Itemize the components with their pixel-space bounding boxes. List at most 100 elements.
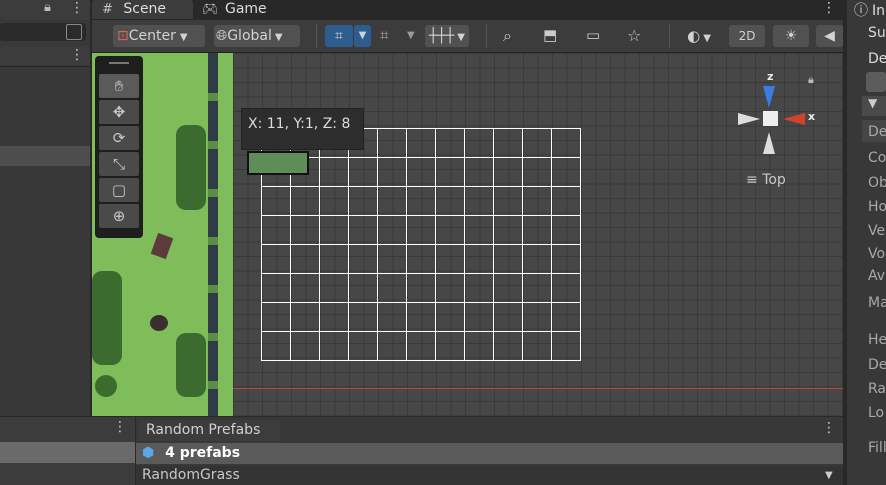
view-orientation-text: Top bbox=[762, 172, 786, 188]
hierarchy-search-input[interactable] bbox=[0, 23, 86, 41]
bottom-left-selected-row[interactable] bbox=[0, 442, 135, 463]
triangle-down-icon: ▼ bbox=[868, 96, 878, 110]
inspector-object-field[interactable] bbox=[866, 72, 886, 92]
coordinate-text: X: 11, Y:1, Z: 8 bbox=[248, 116, 351, 132]
move-tool-button[interactable]: ✥ bbox=[99, 100, 139, 124]
hierarchy-selected-row[interactable] bbox=[0, 146, 90, 166]
scene-camera-icon[interactable]: ⬒ bbox=[543, 26, 557, 44]
inspector-foldout-header[interactable]: ▼ bbox=[862, 96, 886, 116]
coordinate-tooltip: X: 11, Y:1, Z: 8 bbox=[241, 108, 364, 150]
barrel-sprite bbox=[150, 232, 174, 260]
grid-snap-button[interactable]: ⌗ bbox=[325, 25, 353, 47]
gizmo-z-label: z bbox=[767, 70, 774, 83]
scale-icon: ⤡ bbox=[112, 155, 125, 173]
hierarchy-header-row: ⋮ bbox=[0, 46, 90, 67]
inspector-tab[interactable]: ⓘ In bbox=[854, 0, 885, 20]
more-options-icon[interactable]: ⋮ bbox=[113, 419, 127, 435]
gizmo-x-arrow[interactable] bbox=[783, 113, 805, 125]
rotate-tool-button[interactable]: ⟳ bbox=[99, 126, 139, 150]
inspector-row-label: Ra bbox=[868, 381, 886, 397]
ruler-icon: ┼┼┼ bbox=[429, 28, 455, 44]
prefab-count-label: 4 prefabs bbox=[165, 445, 241, 461]
tab-scene-label: Scene bbox=[123, 1, 167, 17]
hierarchy-toolbar: 🔒︎ ⋮ bbox=[0, 0, 90, 20]
pivot-dropdown[interactable]: ⊡Center ▼ bbox=[113, 25, 205, 47]
rock-sprite bbox=[150, 315, 168, 331]
hedge-sprite bbox=[92, 271, 122, 365]
inspector-row-label: Fill bbox=[868, 440, 886, 456]
video-camera-icon[interactable]: ▭ bbox=[586, 26, 600, 44]
tab-random-prefabs[interactable]: Random Prefabs bbox=[139, 420, 280, 441]
random-prefab-select[interactable]: RandomGrass ▼ bbox=[136, 466, 843, 485]
more-options-icon[interactable]: ⋮ bbox=[70, 0, 84, 16]
view-orientation-label[interactable]: ≡ Top bbox=[746, 172, 786, 188]
inspector-row-label: De bbox=[868, 357, 886, 373]
hedge-sprite bbox=[176, 333, 206, 397]
lighting-icon: ☀︎ bbox=[784, 28, 798, 44]
chevron-down-icon: ▼ bbox=[457, 32, 465, 43]
bottom-left-panel: ⋮ bbox=[0, 417, 135, 485]
audio-toggle[interactable]: ◀︎ bbox=[816, 25, 843, 47]
gizmo-neg-z-arrow[interactable] bbox=[763, 132, 775, 154]
scale-tool-button[interactable]: ⤡ bbox=[99, 152, 139, 176]
search-icon[interactable]: ⌕ bbox=[503, 26, 512, 46]
more-options-icon[interactable]: ⋮ bbox=[822, 420, 836, 436]
tab-scene[interactable]: # Scene bbox=[92, 0, 193, 19]
pivot-label: Center bbox=[128, 28, 176, 44]
more-options-icon[interactable]: ⋮ bbox=[822, 0, 836, 16]
info-icon: ⓘ bbox=[854, 3, 868, 19]
inspector-row-label: De bbox=[868, 124, 886, 140]
prefab-count-row[interactable]: ⬢ 4 prefabs bbox=[136, 443, 843, 464]
lock-icon[interactable]: 🔒︎ bbox=[44, 0, 51, 15]
inspector-tab-label: In bbox=[872, 3, 886, 19]
gizmo-neg-x-arrow[interactable] bbox=[738, 113, 760, 125]
toolbar-divider bbox=[669, 24, 670, 48]
grid-icon: # bbox=[102, 2, 113, 17]
gizmo-center-cube[interactable] bbox=[763, 111, 778, 126]
hedge-sprite bbox=[176, 125, 206, 210]
triangle-down-icon: ▼ bbox=[825, 470, 833, 481]
chevron-down-icon: ▼ bbox=[703, 33, 711, 44]
drag-handle-icon[interactable] bbox=[109, 62, 129, 64]
hand-icon: ✋︎ bbox=[114, 77, 124, 95]
inspector-row-label: Co bbox=[868, 150, 886, 166]
tab-game[interactable]: 🎮︎ Game bbox=[196, 0, 276, 19]
move-icon: ✥ bbox=[112, 103, 126, 121]
inspector-row-label: Av bbox=[868, 268, 886, 284]
pivot-icon: ⊡ bbox=[117, 28, 129, 44]
speaker-icon: ◀︎ bbox=[824, 28, 835, 44]
chevron-down-icon[interactable]: ▼ bbox=[407, 30, 415, 41]
grid-snap-dropdown[interactable]: ▼ bbox=[354, 25, 371, 47]
rect-tool-button[interactable]: ▢ bbox=[99, 178, 139, 202]
hand-tool-button[interactable]: ✋︎ bbox=[99, 74, 139, 98]
more-options-icon[interactable]: ⋮ bbox=[70, 47, 84, 63]
lock-icon[interactable]: 🔒︎ bbox=[808, 73, 814, 87]
expand-icon[interactable] bbox=[66, 24, 82, 40]
grid-visibility-icon[interactable]: ⌗ bbox=[380, 26, 398, 46]
tab-game-label: Game bbox=[224, 1, 267, 17]
gamepad-icon: 🎮︎ bbox=[202, 2, 219, 17]
mode-2d-button[interactable]: 2D bbox=[729, 25, 765, 47]
transform-tool-button[interactable]: ⊕ bbox=[99, 204, 139, 228]
space-dropdown[interactable]: 🌐︎Global ▼ bbox=[214, 25, 300, 47]
star-icon[interactable]: ☆ bbox=[627, 26, 641, 45]
x-axis-line bbox=[233, 388, 843, 389]
rect-icon: ▢ bbox=[111, 181, 127, 199]
inspector-row-label: Vo bbox=[868, 246, 886, 262]
chevron-down-icon: ▼ bbox=[274, 32, 283, 43]
inspector-row-label: Su bbox=[868, 25, 886, 41]
increment-snap-dropdown[interactable]: ┼┼┼ ▼ bbox=[425, 25, 469, 47]
brush-preview bbox=[247, 151, 309, 175]
inspector-row-label: Lo bbox=[868, 405, 885, 421]
tab-random-prefabs-label: Random Prefabs bbox=[146, 422, 261, 438]
chevron-down-icon: ▼ bbox=[358, 30, 367, 41]
gizmo-z-arrow[interactable] bbox=[763, 86, 775, 108]
draw-mode-dropdown[interactable]: ◐ ▼ bbox=[676, 25, 722, 47]
grid-snap-icon: ⌗ bbox=[335, 28, 343, 44]
lighting-toggle[interactable]: ☀︎ bbox=[773, 25, 809, 47]
rotate-icon: ⟳ bbox=[112, 129, 126, 147]
inspector-row-label: Ma bbox=[868, 295, 886, 311]
random-prefab-select-value: RandomGrass bbox=[142, 467, 240, 483]
toolbar-divider bbox=[316, 24, 317, 48]
scene-viewport[interactable]: ✋︎ ✥ ⟳ ⤡ ▢ ⊕ X: 11, Y:1, Z: 8 z 🔒︎ x ≡ T… bbox=[92, 53, 843, 416]
